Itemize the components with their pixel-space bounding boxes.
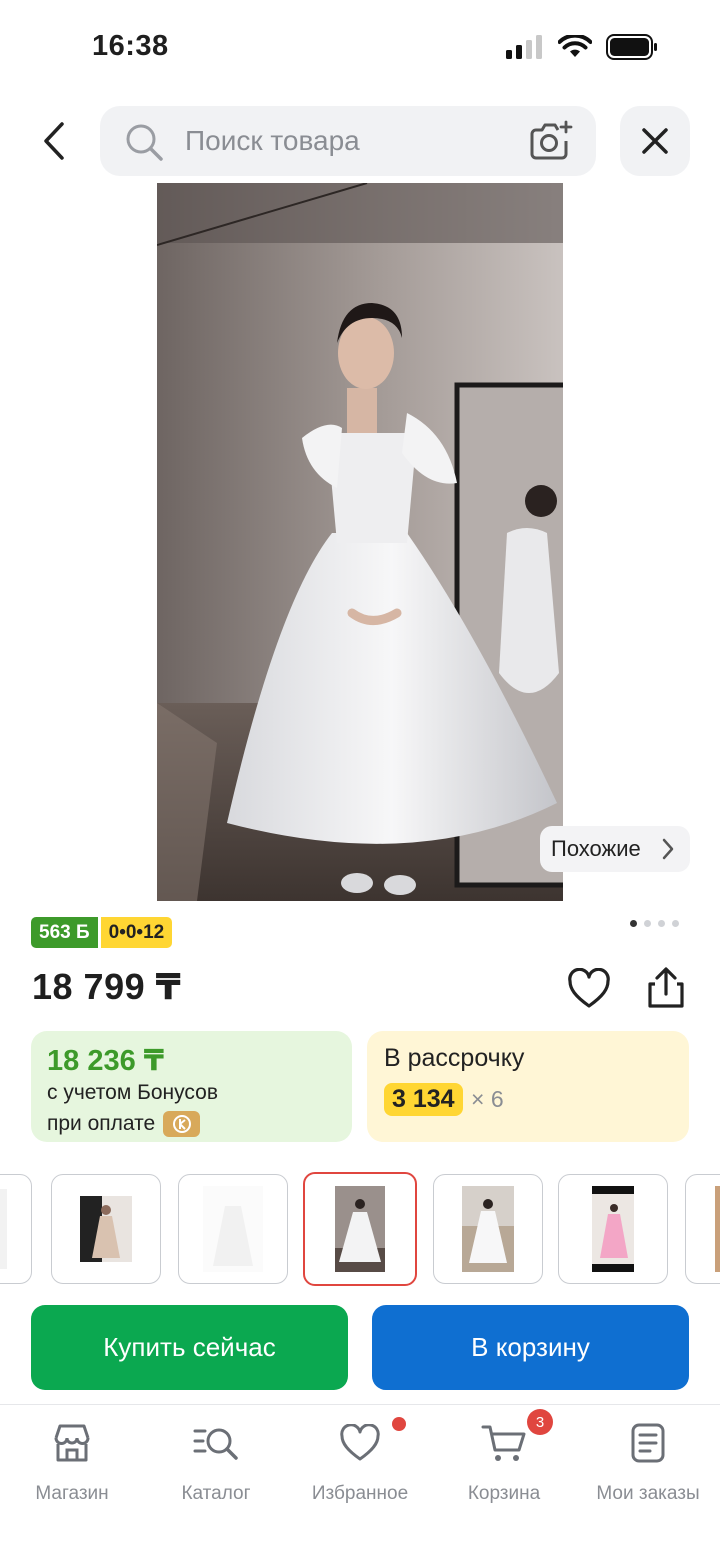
share-icon	[648, 967, 684, 1008]
installment-title: В рассрочку	[384, 1044, 525, 1072]
status-time: 16:38	[92, 30, 169, 62]
nav-label: Каталог	[181, 1483, 251, 1504]
search-header: Поиск товара	[0, 104, 720, 178]
installment-multiplier: × 6	[471, 1086, 504, 1112]
pagination-dot	[672, 920, 679, 927]
variant-thumbnail[interactable]	[685, 1174, 720, 1284]
nav-label: Избранное	[311, 1483, 409, 1504]
nav-item-catalog[interactable]: Каталог	[144, 1421, 288, 1505]
cart-icon	[481, 1425, 526, 1461]
bottom-navigation: Магазин Каталог Избранное 3 Корзина Мои …	[0, 1404, 720, 1558]
variant-thumbnail-selected[interactable]	[303, 1172, 417, 1286]
bonus-price: 18 236 ₸	[47, 1045, 164, 1077]
add-to-cart-button[interactable]: В корзину	[372, 1305, 689, 1390]
wifi-icon	[558, 35, 592, 57]
pagination-dot	[644, 920, 651, 927]
nav-item-orders[interactable]: Мои заказы	[576, 1421, 720, 1505]
installment-card[interactable]: В рассрочку 3 134 × 6	[367, 1031, 689, 1142]
camera-icon	[530, 120, 573, 160]
nav-label: Магазин	[35, 1483, 109, 1504]
product-price: 18 799 ₸	[32, 966, 182, 1007]
search-input[interactable]: Поиск товара	[100, 106, 596, 176]
share-button[interactable]	[643, 966, 689, 1015]
variant-thumbnail[interactable]	[558, 1174, 668, 1284]
pagination-dot	[630, 920, 637, 927]
variant-thumbnail[interactable]	[433, 1174, 543, 1284]
search-icon	[124, 122, 164, 167]
nav-item-favorites[interactable]: Избранное	[288, 1417, 432, 1505]
heart-icon	[568, 967, 610, 1008]
image-pagination	[630, 920, 679, 927]
chevron-right-icon	[662, 838, 674, 860]
nav-label: Корзина	[467, 1483, 541, 1504]
search-placeholder: Поиск товара	[185, 125, 360, 156]
store-icon	[54, 1424, 90, 1462]
installment-amount: 3 134	[384, 1083, 463, 1116]
nav-item-store[interactable]: Магазин	[0, 1421, 144, 1505]
kaspi-logo-icon	[163, 1111, 201, 1137]
nav-label: Мои заказы	[596, 1483, 700, 1504]
variant-thumbnail[interactable]	[178, 1174, 288, 1284]
pagination-dot	[658, 920, 665, 927]
nav-item-cart[interactable]: 3 Корзина	[432, 1409, 576, 1505]
bonus-price-card[interactable]: 18 236 ₸ с учетом Бонусов при оплате	[31, 1031, 352, 1142]
status-icons	[506, 34, 658, 60]
back-button[interactable]	[30, 112, 78, 170]
bonus-payment-note: при оплате	[47, 1111, 201, 1137]
camera-search-button[interactable]	[528, 120, 574, 167]
status-bar: 16:38	[0, 0, 720, 96]
similar-products-button[interactable]: Похожие	[540, 826, 690, 872]
variant-thumbnail[interactable]	[51, 1174, 161, 1284]
variant-thumbnails	[0, 1172, 720, 1286]
close-button[interactable]	[620, 106, 690, 176]
product-image[interactable]	[157, 183, 563, 901]
bonus-note: с учетом Бонусов	[47, 1081, 218, 1104]
chevron-left-icon	[44, 122, 64, 160]
bonus-payment-label: при оплате	[47, 1112, 156, 1135]
signal-icon	[506, 35, 542, 59]
heart-icon	[340, 1424, 380, 1461]
favorites-notification-dot	[392, 1417, 406, 1431]
variant-thumbnail[interactable]	[0, 1174, 32, 1284]
buy-now-button[interactable]: Купить сейчас	[31, 1305, 348, 1390]
close-icon	[642, 128, 668, 154]
add-to-favorites-button[interactable]	[567, 967, 611, 1015]
promo-badges: 563 Б 0•0•12	[31, 917, 173, 948]
bonus-badge: 563 Б	[31, 917, 98, 948]
cart-count-badge: 3	[527, 1409, 553, 1435]
battery-icon	[606, 34, 657, 60]
orders-icon	[631, 1423, 665, 1463]
catalog-search-icon	[193, 1428, 238, 1460]
installment-badge: 0•0•12	[100, 917, 173, 948]
similar-label: Похожие	[551, 836, 641, 861]
